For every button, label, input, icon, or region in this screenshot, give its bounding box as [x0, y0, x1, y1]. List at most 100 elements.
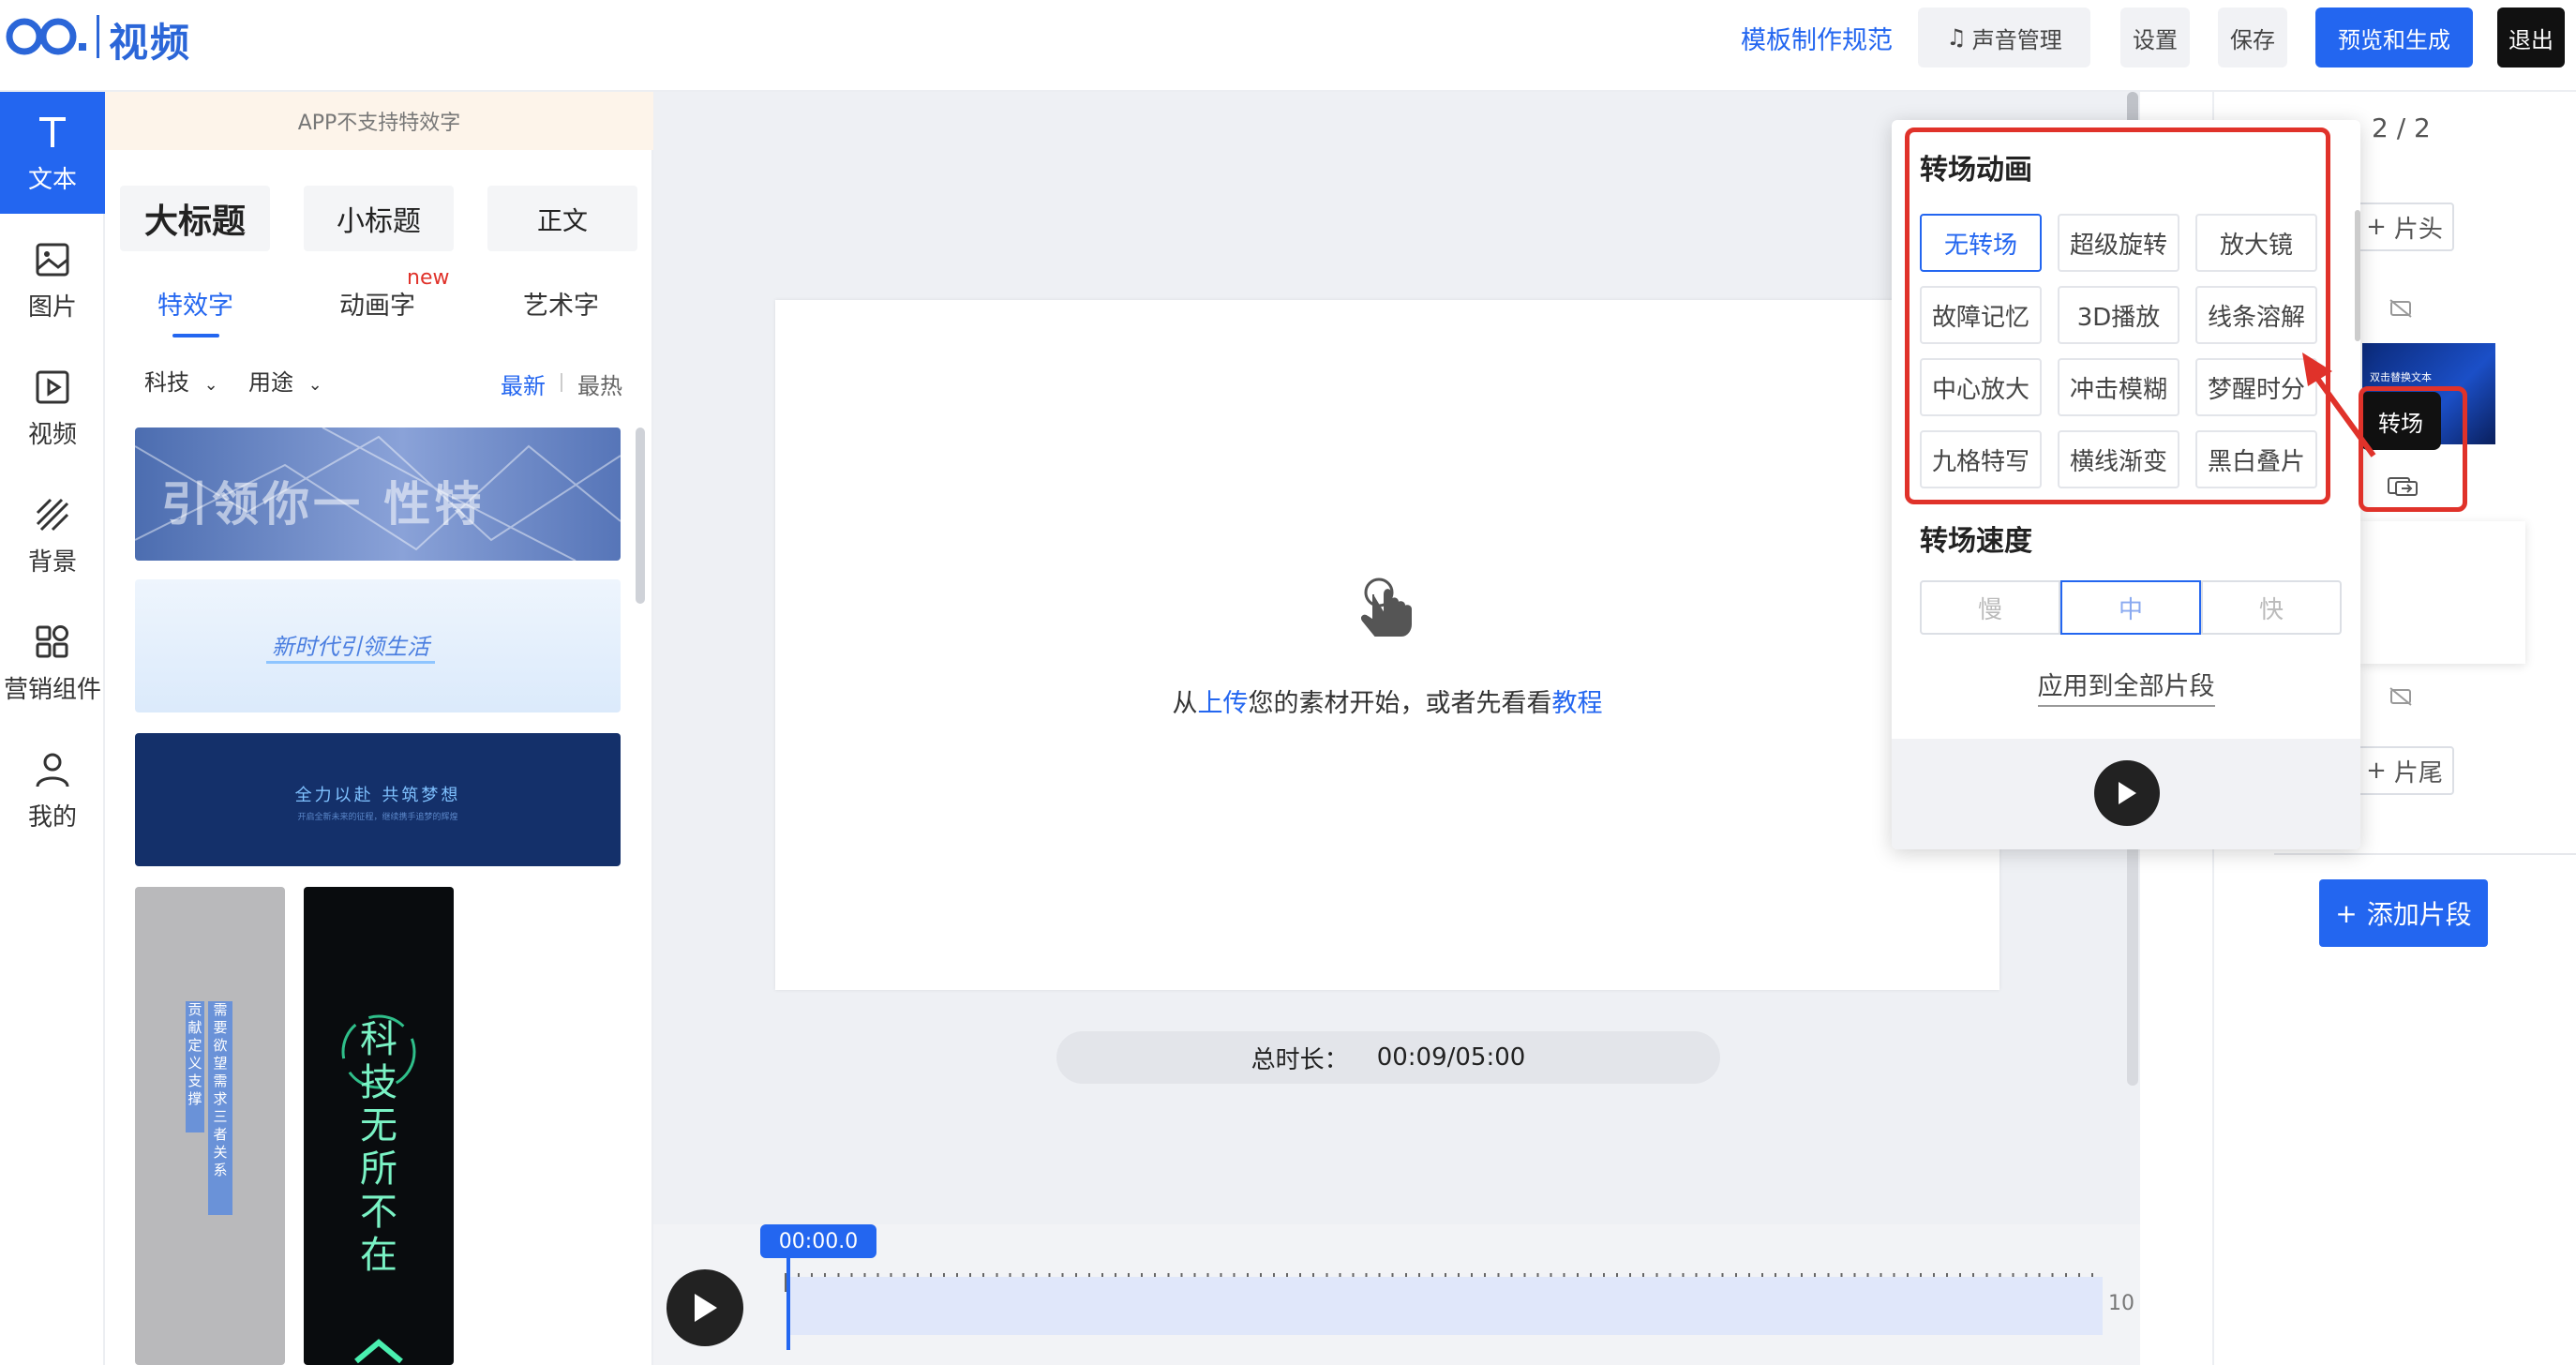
panel-scrollbar[interactable]: [636, 428, 645, 604]
filter-usage[interactable]: 用途 ⌄: [248, 364, 322, 397]
speed-medium[interactable]: 中: [2060, 580, 2201, 635]
plus-icon: +: [2335, 897, 2358, 929]
sidebar-label-video: 视频: [27, 420, 77, 449]
sound-management-button[interactable]: ♫ 声音管理: [1918, 8, 2090, 68]
new-badge: new: [407, 266, 450, 290]
tab-art-text[interactable]: 艺术字: [523, 285, 599, 322]
sort-hottest[interactable]: 最热: [577, 368, 622, 400]
add-tail-label: 片尾: [2393, 758, 2443, 788]
big-title-button[interactable]: 大标题: [120, 186, 270, 251]
effect-card-5[interactable]: 科技无所不在: [304, 887, 454, 1365]
timeline: 0s1s2s3s4s5s6s7s8s9s10 00:00.0: [653, 1224, 2140, 1365]
sidebar-item-image[interactable]: 图片: [0, 219, 105, 341]
transition-preview-play-button[interactable]: [2094, 760, 2160, 826]
prompt-middle: 您的素材开始，或者先看看: [1248, 689, 1552, 718]
video-icon: [36, 370, 69, 403]
chevron-down-icon: ⌄: [307, 375, 322, 395]
add-segment-label: 添加片段: [2366, 899, 2472, 930]
add-head-button[interactable]: + 片头: [2355, 202, 2454, 251]
add-segment-button[interactable]: + 添加片段: [2319, 879, 2488, 947]
tab-animated-text[interactable]: 动画字: [339, 285, 415, 322]
apply-all-link[interactable]: 应用到全部片段: [1892, 666, 2360, 707]
options-scrollbar[interactable]: [2355, 210, 2360, 341]
segment-placeholder-card[interactable]: [2360, 521, 2525, 664]
effect-card-4-col1: 贡献定义支撑: [186, 1001, 204, 1132]
timeline-track[interactable]: [786, 1277, 2103, 1335]
play-icon: [695, 1294, 717, 1322]
effect-card-3-subtitle: 开启全新未来的征程，继续携手追梦的辉煌: [297, 813, 458, 822]
sidebar-item-video[interactable]: 视频: [0, 347, 105, 469]
plus-icon: +: [2366, 213, 2387, 241]
exit-button[interactable]: 退出: [2497, 8, 2565, 68]
logo-icon: [6, 18, 86, 55]
playhead-line[interactable]: [786, 1256, 790, 1350]
duration-value: 00:09/05:00: [1376, 1043, 1526, 1072]
tab-effect-text[interactable]: 特效字: [157, 285, 233, 322]
sidebar-item-mine[interactable]: 我的: [0, 729, 105, 851]
segments-divider: [2274, 853, 2576, 855]
effect-card-5-text: 科技无所不在: [360, 1018, 397, 1277]
small-title-button[interactable]: 小标题: [304, 186, 454, 251]
tab-active-indicator: [172, 334, 219, 338]
effect-card-3-title: 全力以赴 共筑梦想: [294, 786, 461, 805]
timeline-play-button[interactable]: [666, 1269, 743, 1346]
filter-tech-label: 科技: [144, 369, 189, 396]
upload-link[interactable]: 上传: [1198, 689, 1249, 718]
total-duration: 总时长： 00:09/05:00: [1056, 1031, 1720, 1084]
sidebar-label-widgets: 营销组件: [3, 675, 101, 704]
speed-fast[interactable]: 快: [2201, 580, 2342, 635]
add-head-label: 片头: [2393, 215, 2443, 244]
page-counter: 2 / 2: [2372, 112, 2431, 143]
image-icon: [36, 243, 69, 276]
prompt-prefix: 从: [1172, 689, 1198, 718]
empty-prompt: 从上传您的素材开始，或者先看看教程: [775, 682, 1999, 719]
filter-usage-label: 用途: [248, 369, 293, 396]
effect-card-2[interactable]: 新时代引领生活: [135, 579, 621, 712]
effect-card-3[interactable]: 全力以赴 共筑梦想 开启全新未来的征程，继续携手追梦的辉煌: [135, 733, 621, 866]
video-stage[interactable]: 从上传您的素材开始，或者先看看教程: [775, 300, 1999, 990]
template-rules-link[interactable]: 模板制作规范: [1736, 8, 1897, 68]
top-header: 视频 模板制作规范 ♫ 声音管理 设置 保存 预览和生成 退出: [0, 0, 2576, 92]
apply-all-label: 应用到全部片段: [2037, 672, 2215, 707]
tutorial-link[interactable]: 教程: [1552, 689, 1603, 718]
plus-icon: +: [2366, 757, 2387, 785]
background-icon: [36, 498, 69, 531]
sidebar-label-mine: 我的: [27, 802, 77, 832]
preview-generate-button[interactable]: 预览和生成: [2315, 8, 2473, 68]
effect-card-4-col2: 需要欲望需求三者关系: [208, 1001, 232, 1215]
sidebar-label-background: 背景: [27, 548, 77, 577]
no-transition-icon: [2389, 687, 2412, 706]
sidebar-label-image: 图片: [27, 292, 77, 322]
chevron-down-icon: ⌄: [203, 375, 218, 395]
user-icon: [36, 753, 69, 787]
chevron-up-icon: [354, 1339, 403, 1364]
add-tail-button[interactable]: + 片尾: [2355, 746, 2454, 795]
effect-card-4[interactable]: 贡献定义支撑 需要欲望需求三者关系: [135, 887, 285, 1365]
duration-label: 总时长：: [1251, 1045, 1349, 1074]
filter-tech[interactable]: 科技 ⌄: [144, 364, 218, 397]
widgets-icon: [36, 624, 68, 657]
logo-divider: [97, 15, 99, 58]
sound-management-label: 声音管理: [1971, 26, 2062, 53]
save-button[interactable]: 保存: [2218, 8, 2287, 68]
sidebar-item-background[interactable]: 背景: [0, 474, 105, 596]
effect-card-1[interactable]: 引领你一 性特: [135, 428, 621, 561]
body-text-button[interactable]: 正文: [487, 186, 637, 251]
left-sidebar: 文本 图片 视频 背景 营销组件 我的: [0, 92, 105, 1365]
annotation-box-options: [1905, 128, 2330, 504]
app-notice: APP不支持特效字: [105, 92, 653, 150]
transition-speed-title: 转场速度: [1920, 525, 2032, 558]
logo-text: 视频: [109, 20, 192, 66]
tap-hand-icon: [1360, 578, 1412, 637]
effect-card-2-text: 新时代引领生活: [266, 628, 435, 664]
sidebar-label-text: 文本: [27, 165, 77, 194]
play-icon: [2119, 782, 2136, 804]
settings-button[interactable]: 设置: [2120, 8, 2190, 68]
sidebar-item-text[interactable]: 文本: [0, 92, 105, 214]
no-transition-icon: [2389, 299, 2412, 318]
sidebar-item-widgets[interactable]: 营销组件: [0, 602, 105, 724]
speed-slow[interactable]: 慢: [1920, 580, 2060, 635]
playhead-time[interactable]: 00:00.0: [760, 1224, 876, 1258]
text-panel: APP不支持特效字 大标题 小标题 正文 特效字 动画字 new 艺术字 科技 …: [105, 92, 653, 1365]
sort-newest[interactable]: 最新: [501, 368, 546, 400]
